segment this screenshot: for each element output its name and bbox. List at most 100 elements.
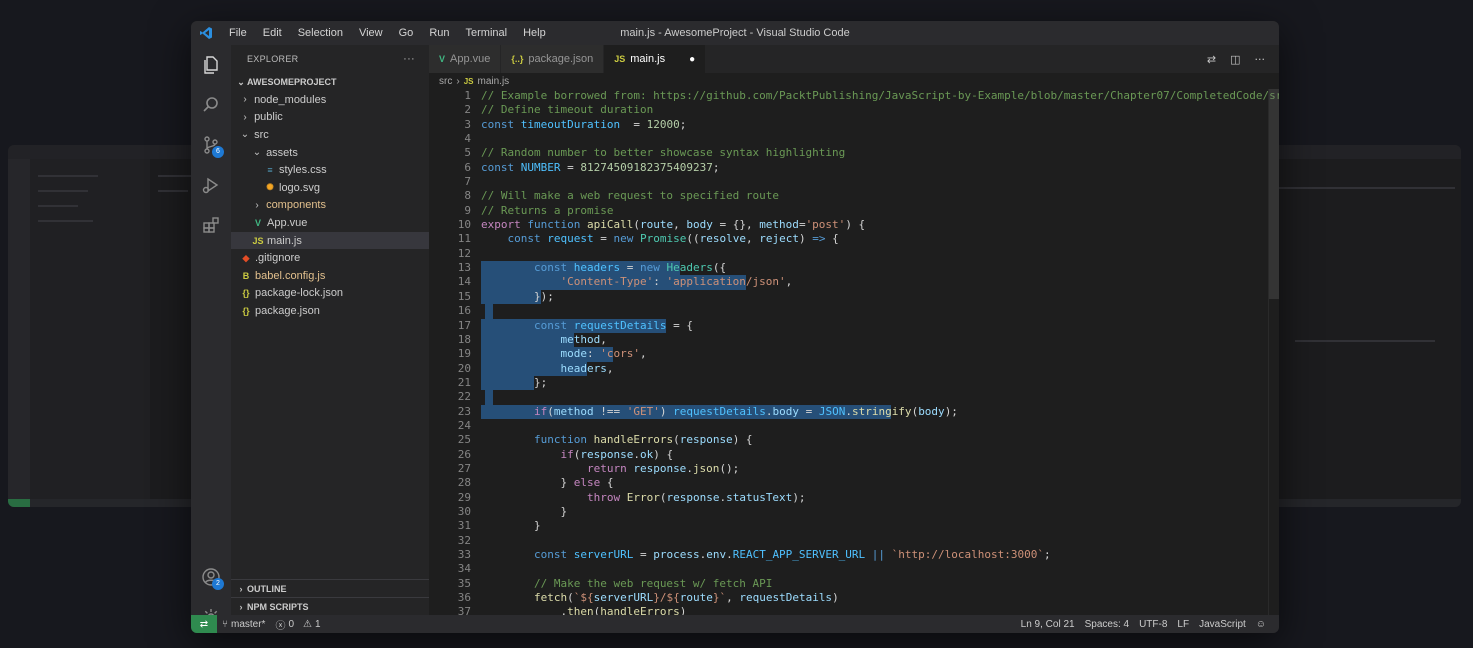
code-line[interactable]: const serverURL = process.env.REACT_APP_… (481, 548, 1269, 562)
code-line[interactable] (481, 390, 1269, 405)
code-line[interactable]: // Returns a promise (481, 204, 1269, 218)
code-line[interactable] (481, 175, 1269, 189)
code-line[interactable] (481, 562, 1269, 576)
code-line[interactable]: function handleErrors(response) { (481, 433, 1269, 447)
file-item[interactable]: ≡ styles.css (231, 161, 429, 179)
code-line[interactable]: const requestDetails = { (481, 318, 1269, 333)
code-line[interactable]: const timeoutDuration = 12000; (481, 118, 1269, 132)
tab-app-vue[interactable]: V App.vue (429, 45, 502, 73)
code-token: || (871, 548, 886, 561)
code-line[interactable]: headers, (481, 361, 1269, 376)
menu-item-edit[interactable]: Edit (255, 27, 290, 39)
code-line[interactable]: method, (481, 332, 1269, 348)
code-editor[interactable]: 1 2 3 4 5 6 7 8 9 10 11 12 13 14 15 16 17 18 19 20 21 22 23 24 2… (429, 89, 1279, 615)
vscode-window: File Edit Selection View Go Run Terminal Help m… (191, 21, 1279, 633)
remote-icon[interactable]: ⇄ (191, 615, 217, 633)
file-item[interactable]: {} package.json (231, 302, 429, 320)
open-changes-icon[interactable]: ⇄ (1207, 53, 1216, 66)
code-line[interactable]: const NUMBER = 81274509182375409237; (481, 161, 1269, 175)
source-control-icon[interactable]: 6 (191, 125, 231, 165)
branch-indicator[interactable]: ⑂ master* (217, 619, 270, 630)
menu-item-selection[interactable]: Selection (290, 27, 351, 39)
menu-item-help[interactable]: Help (515, 27, 554, 39)
menu-item-file[interactable]: File (221, 27, 255, 39)
editor-scrollbar[interactable] (1269, 89, 1279, 299)
files-icon[interactable] (191, 45, 231, 85)
cursor-position[interactable]: Ln 9, Col 21 (1016, 619, 1080, 630)
code-line[interactable]: mode: 'cors', (481, 347, 1269, 362)
code-line[interactable]: // Example borrowed from: https://github… (481, 89, 1279, 103)
folder-item[interactable]: ⌄ assets (231, 144, 429, 162)
code-line[interactable]: } (481, 505, 1269, 519)
unsaved-dot-icon[interactable]: ● (689, 54, 695, 65)
code-line[interactable]: // Will make a web request to specified … (481, 189, 1269, 203)
end-of-line[interactable]: LF (1172, 619, 1194, 630)
file-item[interactable]: ◆ .gitignore (231, 249, 429, 267)
code-token: headers (573, 261, 621, 275)
code-line[interactable] (481, 132, 1269, 146)
code-line[interactable] (481, 534, 1269, 548)
code-line[interactable]: // Random number to better showcase synt… (481, 146, 1269, 160)
code-line[interactable]: const request = new Promise((resolve, re… (481, 232, 1269, 246)
code-line[interactable]: } else { (481, 476, 1269, 490)
tab-package-json[interactable]: {..} package.json (501, 45, 605, 73)
extensions-icon[interactable] (191, 205, 231, 245)
file-item[interactable]: {} package-lock.json (231, 285, 429, 303)
code-line[interactable]: } (481, 519, 1269, 533)
code-line[interactable]: if(response.ok) { (481, 448, 1269, 462)
code-line[interactable]: return response.json(); (481, 462, 1269, 476)
more-actions-icon[interactable]: ··· (1255, 53, 1266, 66)
code-line[interactable] (481, 304, 1269, 319)
code-line[interactable]: // Define timeout duration (481, 103, 1269, 117)
folder-item[interactable]: ⌄ src (231, 126, 429, 144)
code-line[interactable] (481, 247, 1269, 261)
run-debug-icon[interactable] (191, 165, 231, 205)
code-line[interactable]: 'Content-Type': 'application/json', (481, 275, 1269, 290)
code-line[interactable]: .then(handleErrors) (481, 605, 1269, 615)
file-item[interactable]: Bbabel.config.js (231, 267, 429, 285)
code-line[interactable]: fetch(`${serverURL}/${route}`, requestDe… (481, 591, 1269, 605)
outline-section[interactable]: › OUTLINE (231, 579, 429, 597)
desktop-stage: File Edit Selection View Go Run Terminal Help m… (0, 0, 1473, 648)
breadcrumb-folder[interactable]: src (439, 76, 452, 87)
code-line[interactable]: }); (481, 289, 1269, 305)
code-line[interactable] (481, 419, 1269, 433)
split-editor-icon[interactable]: ◫ (1230, 53, 1240, 66)
code-token: } (481, 476, 574, 490)
chevron-right-icon: › (239, 583, 243, 594)
feedback-smiley-icon[interactable]: ☺ (1251, 619, 1271, 630)
code-lines[interactable]: // Example borrowed from: https://github… (481, 89, 1279, 615)
menu-item-terminal[interactable]: Terminal (458, 27, 516, 39)
search-icon[interactable] (191, 85, 231, 125)
file-item[interactable]: V App.vue (231, 214, 429, 232)
encoding[interactable]: UTF-8 (1134, 619, 1172, 630)
line-number: 21 (457, 375, 471, 389)
folder-item[interactable]: › components (231, 197, 429, 215)
code-token: env (706, 548, 727, 561)
folder-item[interactable]: › public (231, 109, 429, 127)
code-line[interactable]: if(method !== 'GET') requestDetails. body… (481, 404, 1269, 419)
file-item[interactable]: JS main.js (231, 231, 429, 250)
code-line[interactable]: throw Error(response.statusText); (481, 491, 1269, 505)
problems-indicator[interactable]: ⓧ 0 ⚠ 1 (270, 617, 325, 632)
tab-main-js[interactable]: JS main.js ● (604, 45, 707, 73)
explorer-more-button[interactable]: ··· (403, 53, 415, 65)
npm-scripts-section[interactable]: › NPM SCRIPTS (231, 597, 429, 615)
menu-item-view[interactable]: View (351, 27, 391, 39)
account-icon[interactable]: 2 (191, 557, 231, 597)
tab-file-icon: JS (614, 54, 626, 64)
code-line[interactable]: const headers = new Headers({ (481, 261, 1269, 276)
language-mode[interactable]: JavaScript (1194, 619, 1251, 630)
indentation[interactable]: Spaces: 4 (1080, 619, 1134, 630)
breadcrumb-file[interactable]: main.js (477, 76, 509, 87)
menu-item-run[interactable]: Run (421, 27, 457, 39)
code-line[interactable]: }; (481, 375, 1269, 391)
code-line[interactable]: export function apiCall(route, body = {}… (481, 218, 1269, 232)
menu-item-go[interactable]: Go (391, 27, 422, 39)
file-item[interactable]: ✺ logo.svg (231, 179, 429, 197)
folder-item[interactable]: › node_modules (231, 91, 429, 109)
code-token: const (533, 548, 574, 561)
project-root[interactable]: ⌄ AWESOMEPROJECT (231, 73, 429, 91)
code-line[interactable]: // Make the web request w/ fetch API (481, 577, 1269, 591)
code-token: = (633, 548, 654, 561)
